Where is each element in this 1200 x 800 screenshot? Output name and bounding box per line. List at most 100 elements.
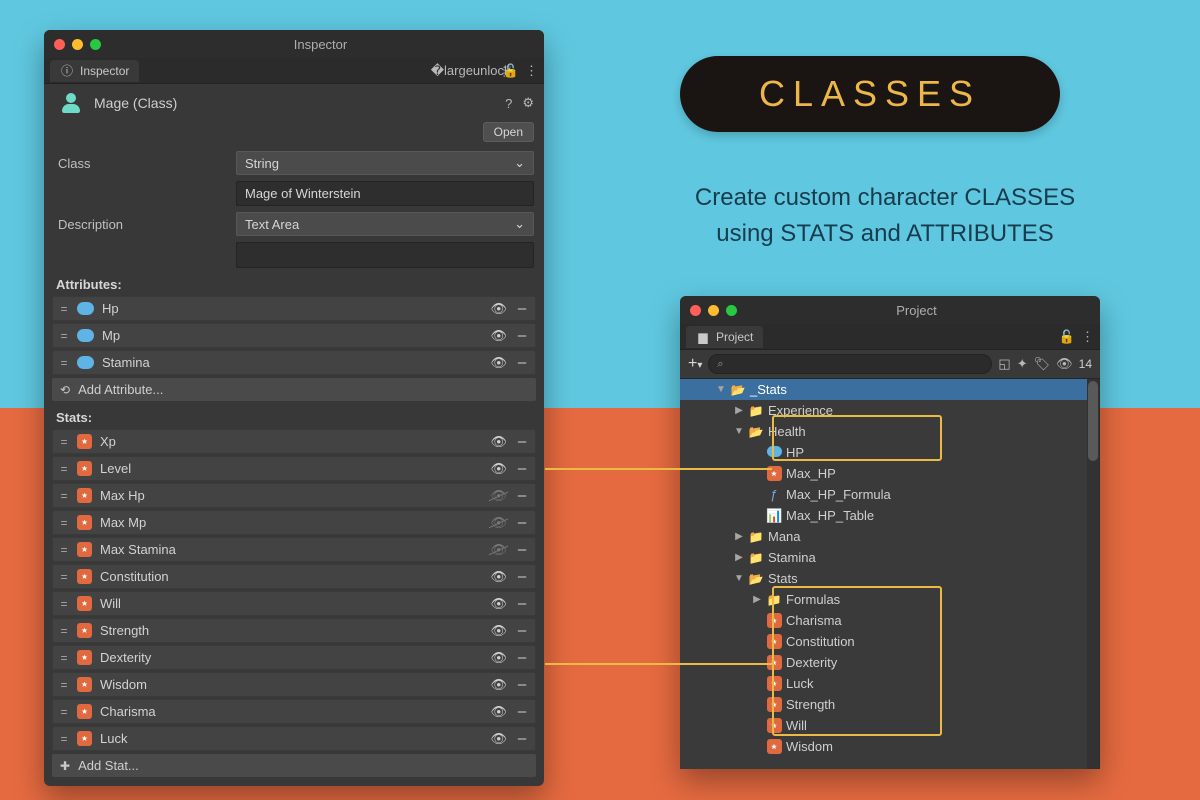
project-titlebar[interactable]: Project [680,296,1100,324]
stat-row[interactable]: = Dexterity 👁 – [52,645,536,670]
stat-row[interactable]: = Will 👁 – [52,591,536,616]
remove-button[interactable]: – [515,703,529,720]
filter-person-icon[interactable]: ✦ [1017,356,1028,372]
stat-row[interactable]: = Luck 👁 – [52,726,536,751]
visibility-icon[interactable]: 👁 [490,623,507,639]
tree-node[interactable]: ▶📁Formulas [680,589,1099,610]
filter-icon[interactable]: ◱ [998,356,1010,372]
tree-node[interactable]: Will [680,715,1099,736]
tree-node[interactable]: Dexterity [680,652,1099,673]
visibility-icon[interactable]: 👁 [490,488,507,504]
visibility-icon[interactable]: 👁 [490,355,507,371]
remove-button[interactable]: – [515,487,529,504]
drag-icon[interactable]: = [57,597,71,611]
visibility-icon[interactable]: 👁 [490,596,507,612]
drag-icon[interactable]: = [57,329,71,343]
drag-icon[interactable]: = [57,732,71,746]
drag-icon[interactable]: = [57,651,71,665]
stat-row[interactable]: = Max Stamina 👁 – [52,537,536,562]
tree-node[interactable]: Charisma [680,610,1099,631]
drag-icon[interactable]: = [57,489,71,503]
stat-row[interactable]: = Wisdom 👁 – [52,672,536,697]
minimize-icon[interactable] [708,305,719,316]
tab-inspector[interactable]: ⓘ Inspector [50,60,139,82]
lock-icon[interactable]: 🔓 [1059,329,1075,345]
visibility-icon[interactable]: 👁 [490,328,507,344]
drag-icon[interactable]: = [57,356,71,370]
add-attribute-button[interactable]: ⟲ Add Attribute... [52,378,536,401]
inspector-titlebar[interactable]: Inspector [44,30,544,58]
drag-icon[interactable]: = [57,570,71,584]
attribute-row[interactable]: = Hp 👁 – [52,296,536,321]
tree-node[interactable]: ▶📁Stamina [680,547,1099,568]
stat-row[interactable]: = Max Mp 👁 – [52,510,536,535]
visibility-icon[interactable]: 👁 [490,461,507,477]
stat-row[interactable]: = Charisma 👁 – [52,699,536,724]
drag-icon[interactable]: = [57,678,71,692]
project-tree[interactable]: ▼📂_Stats▶📁Experience▼📂HealthHPMax_HPƒMax… [680,379,1100,769]
drag-icon[interactable]: = [57,462,71,476]
remove-button[interactable]: – [515,433,529,450]
close-icon[interactable] [690,305,701,316]
remove-button[interactable]: – [515,514,529,531]
remove-button[interactable]: – [515,595,529,612]
maximize-icon[interactable] [90,39,101,50]
add-button[interactable]: +▾ [688,355,702,373]
remove-button[interactable]: – [515,622,529,639]
class-value-input[interactable] [236,181,534,206]
minimize-icon[interactable] [72,39,83,50]
class-type-select[interactable]: String ⌄ [236,151,534,175]
visibility-icon[interactable]: 👁 [490,434,507,450]
add-stat-button[interactable]: ✚ Add Stat... [52,754,536,777]
close-icon[interactable] [54,39,65,50]
remove-button[interactable]: – [515,649,529,666]
tree-node[interactable]: ▶📁Mana [680,526,1099,547]
drag-icon[interactable]: = [57,435,71,449]
scrollbar[interactable] [1087,379,1099,769]
visibility-icon[interactable]: 👁 [490,542,507,558]
remove-button[interactable]: – [515,460,529,477]
attribute-row[interactable]: = Mp 👁 – [52,323,536,348]
remove-button[interactable]: – [515,676,529,693]
open-button[interactable]: Open [483,122,534,142]
maximize-icon[interactable] [726,305,737,316]
more-icon[interactable]: ⋮ [525,63,538,79]
drag-icon[interactable]: = [57,624,71,638]
stat-row[interactable]: = Strength 👁 – [52,618,536,643]
remove-button[interactable]: – [515,730,529,747]
search-input[interactable]: ⌕ [708,354,992,374]
drag-icon[interactable]: = [57,516,71,530]
settings-icon[interactable]: ⚙ [522,95,534,111]
tree-node[interactable]: ▼📂Health [680,421,1099,442]
visibility-icon[interactable]: 👁 [490,677,507,693]
tree-node[interactable]: ƒMax_HP_Formula [680,484,1099,505]
visibility-icon[interactable]: 👁 [490,569,507,585]
tree-node[interactable]: ▼📂Stats [680,568,1099,589]
stat-row[interactable]: = Max Hp 👁 – [52,483,536,508]
tree-node[interactable]: Strength [680,694,1099,715]
visibility-icon[interactable]: 👁 [490,704,507,720]
unlock-icon[interactable]: 🔓 [503,63,519,79]
drag-icon[interactable]: = [57,705,71,719]
tree-node[interactable]: Wisdom [680,736,1099,757]
stat-row[interactable]: = Xp 👁 – [52,429,536,454]
lock-icon[interactable]: �largeunlock [431,63,511,79]
more-icon[interactable]: ⋮ [1081,329,1094,345]
attribute-row[interactable]: = Stamina 👁 – [52,350,536,375]
tab-project[interactable]: ▆ Project [686,326,763,348]
tree-node[interactable]: ▼📂_Stats [680,379,1099,400]
stat-row[interactable]: = Level 👁 – [52,456,536,481]
tree-node[interactable]: Luck [680,673,1099,694]
tree-node[interactable]: ▶📁Experience [680,400,1099,421]
visibility-icon[interactable]: 👁 [490,301,507,317]
remove-button[interactable]: – [515,354,529,371]
remove-button[interactable]: – [515,568,529,585]
description-type-select[interactable]: Text Area ⌄ [236,212,534,236]
tree-node[interactable]: 📊Max_HP_Table [680,505,1099,526]
tree-node[interactable]: Constitution [680,631,1099,652]
tree-node[interactable]: HP [680,442,1099,463]
help-icon[interactable]: ? [505,96,512,111]
hidden-count-icon[interactable]: 👁 [1056,356,1073,372]
remove-button[interactable]: – [515,300,529,317]
label-icon[interactable]: 🏷 [1034,356,1051,372]
